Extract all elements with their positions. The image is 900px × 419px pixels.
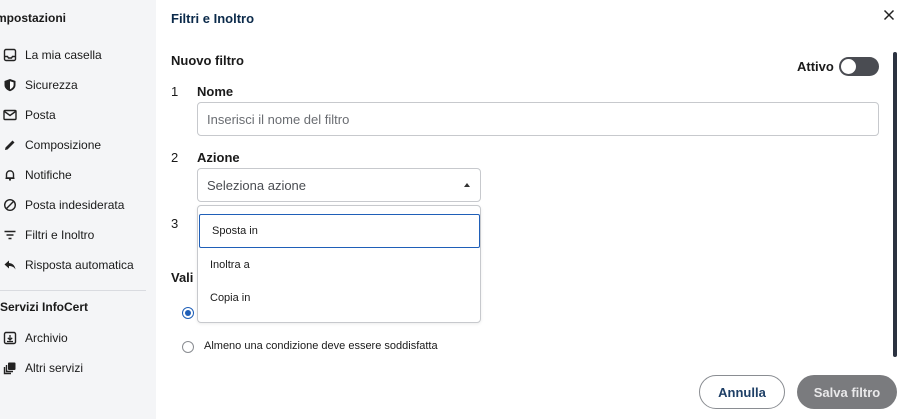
action-dropdown-list: Sposta in Inoltra a Copia in bbox=[197, 205, 481, 323]
step-number: 3 bbox=[171, 216, 179, 231]
step-number: 1 bbox=[171, 84, 179, 99]
attivo-toggle[interactable] bbox=[839, 57, 879, 76]
close-button[interactable] bbox=[880, 8, 898, 26]
sidebar-item-risposta-automatica[interactable]: Risposta automatica bbox=[0, 254, 134, 276]
action-select[interactable]: Seleziona azione bbox=[197, 168, 481, 202]
sidebar-item-label: Altri servizi bbox=[25, 361, 84, 375]
sidebar-divider bbox=[0, 290, 146, 291]
inbox-icon bbox=[1, 46, 19, 64]
option-copia-in[interactable]: Copia in bbox=[198, 281, 480, 315]
filter-name-input[interactable] bbox=[197, 102, 879, 136]
save-filter-button[interactable]: Salva filtro bbox=[797, 375, 897, 409]
sidebar-item-altri-servizi[interactable]: Altri servizi bbox=[0, 357, 83, 379]
sidebar-section-title: Servizi InfoCert bbox=[0, 300, 89, 314]
sidebar-item-label: Archivio bbox=[25, 331, 68, 345]
bell-icon bbox=[1, 166, 19, 184]
reply-icon bbox=[1, 256, 19, 274]
section-heading-nuovo-filtro: Nuovo filtro bbox=[171, 53, 244, 68]
step-label-nome: Nome bbox=[197, 84, 234, 99]
cancel-button[interactable]: Annulla bbox=[699, 375, 785, 409]
action-select-value: Seleziona azione bbox=[207, 177, 307, 193]
close-icon bbox=[883, 8, 895, 26]
sidebar-item-label: Posta bbox=[25, 108, 56, 122]
sidebar-item-label: Filtri e Inoltro bbox=[25, 228, 95, 242]
radio-label-any-condition: Almeno una condizione deve essere soddis… bbox=[204, 340, 438, 352]
settings-sidebar: mpostazioni La mia casella Sicurezza Pos… bbox=[0, 0, 156, 419]
sidebar-item-label: Notifiche bbox=[25, 168, 72, 182]
sidebar-item-notifiche[interactable]: Notifiche bbox=[0, 164, 72, 186]
filter-panel: Filtri e Inoltro Nuovo filtro Attivo 1 N… bbox=[156, 0, 900, 419]
option-sposta-in[interactable]: Sposta in bbox=[199, 214, 480, 248]
radio-any-condition[interactable] bbox=[182, 341, 194, 353]
filter-icon bbox=[1, 226, 19, 244]
mail-icon bbox=[1, 106, 19, 124]
radio-all-conditions[interactable] bbox=[182, 307, 194, 319]
sidebar-item-la-mia-casella[interactable]: La mia casella bbox=[0, 44, 102, 66]
step-number: 2 bbox=[171, 150, 179, 165]
scrollbar[interactable] bbox=[893, 52, 897, 357]
sidebar-title: mpostazioni bbox=[0, 11, 67, 25]
sidebar-item-composizione[interactable]: Composizione bbox=[0, 134, 101, 156]
sidebar-item-label: Posta indesiderata bbox=[25, 198, 125, 212]
sidebar-item-label: Composizione bbox=[25, 138, 102, 152]
sidebar-item-label: Sicurezza bbox=[25, 78, 78, 92]
sidebar-item-archivio[interactable]: Archivio bbox=[0, 327, 68, 349]
sidebar-item-filtri-e-inoltro[interactable]: Filtri e Inoltro bbox=[0, 224, 94, 246]
page-title: Filtri e Inoltro bbox=[171, 11, 255, 26]
step-label-azione: Azione bbox=[197, 150, 240, 165]
validity-label: Vali bbox=[171, 270, 194, 285]
attivo-label: Attivo bbox=[797, 59, 834, 74]
sidebar-item-posta-indesiderata[interactable]: Posta indesiderata bbox=[0, 194, 124, 216]
block-icon bbox=[1, 196, 19, 214]
sidebar-item-label: Risposta automatica bbox=[25, 258, 134, 272]
archive-icon bbox=[1, 329, 19, 347]
toggle-knob bbox=[841, 59, 856, 74]
sidebar-item-posta[interactable]: Posta bbox=[0, 104, 56, 126]
caret-up-icon bbox=[464, 183, 470, 187]
services-icon bbox=[1, 359, 19, 377]
shield-icon bbox=[1, 76, 19, 94]
pencil-icon bbox=[1, 136, 19, 154]
sidebar-item-sicurezza[interactable]: Sicurezza bbox=[0, 74, 78, 96]
sidebar-item-label: La mia casella bbox=[25, 48, 102, 62]
option-inoltra-a[interactable]: Inoltra a bbox=[198, 248, 480, 282]
